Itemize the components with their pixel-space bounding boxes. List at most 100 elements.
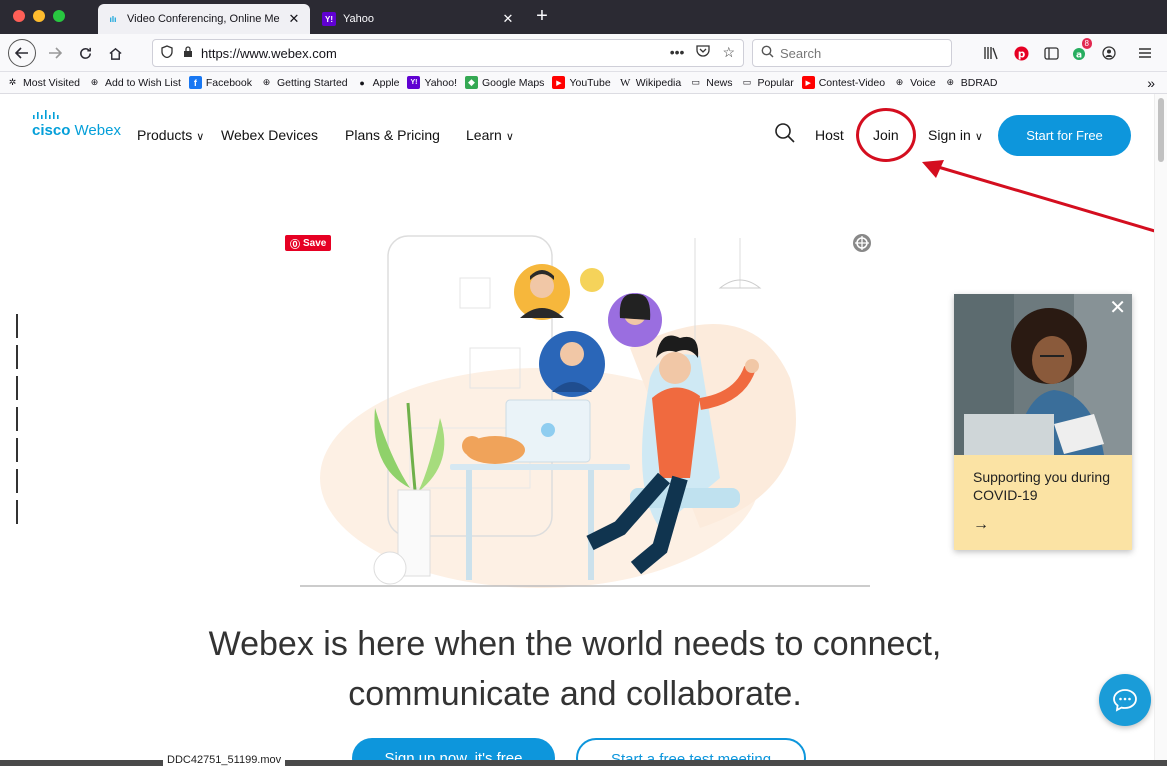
tab-yahoo[interactable]: Y! Yahoo ✕ [314,4,524,34]
bookmark-wikipedia[interactable]: W Wikipedia [619,76,682,89]
tab-webex[interactable]: ılı Video Conferencing, Online Me ✕ [98,4,310,34]
nav-webex-devices[interactable]: Webex Devices [221,127,318,143]
dock-file-label: DDC42751_51199.mov [163,754,286,766]
home-button[interactable] [102,40,128,66]
minimize-window-button[interactable] [33,10,45,22]
bookmark-voice[interactable]: ⊕ Voice [893,76,936,89]
globe-icon: ⊕ [895,77,904,87]
forward-button[interactable] [42,40,68,66]
home-icon [108,47,122,60]
chevron-right-icon[interactable]: » [1147,75,1155,91]
bookmark-most-visited[interactable]: ✲ Most Visited [6,76,80,89]
cisco-webex-logo[interactable]: cisco Webex [32,110,121,139]
nav-pricing-label: Plans & Pricing [345,127,440,143]
close-window-button[interactable] [13,10,25,22]
scroll-thumb[interactable] [1158,98,1164,162]
pinterest-icon[interactable]: p [1010,42,1032,64]
library-icon[interactable] [980,42,1002,64]
extension-icon[interactable]: a 8 [1068,38,1092,64]
address-bar[interactable]: https://www.webex.com ••• ☆ [152,39,744,67]
bookmark-label: Yahoo! [424,76,457,89]
bookmark-label: YouTube [569,76,611,89]
bookmark-bdrad[interactable]: ⊕ BDRAD [944,76,998,89]
covid-card-text: Supporting you during COVID-19 [973,469,1110,503]
globe-icon: ⊕ [946,77,955,87]
new-tab-button[interactable]: + [530,5,554,29]
nav-learn[interactable]: Learn ∨ [466,127,514,143]
search-input[interactable]: Search [752,39,952,67]
close-icon[interactable]: ✕ [286,11,302,27]
search-icon[interactable] [774,122,798,146]
headline-line-1: Webex is here when the world needs to co… [208,625,942,663]
vertical-scrollbar[interactable] [1154,94,1167,766]
lock-icon[interactable] [183,45,193,61]
folder-icon: ▭ [742,77,752,87]
youtube-icon: ▶ [801,76,815,89]
wikipedia-icon: W [620,76,631,89]
close-icon[interactable]: ✕ [500,11,516,27]
start-free-label: Start for Free [1026,128,1103,143]
reload-icon [79,47,91,59]
bookmark-label: Popular [757,76,794,89]
back-button[interactable] [8,39,36,67]
menu-icon[interactable] [1134,42,1156,64]
nav-products[interactable]: Products ∨ [137,127,204,143]
bookmark-popular[interactable]: ▭ Popular [741,76,794,89]
headline-line-2: communicate and collaborate. [348,675,802,713]
covid-promo-card[interactable]: ✕ Supporting you during COVID-19 → [954,294,1132,550]
nav-learn-label: Learn [466,127,502,143]
chevron-down-icon: ∨ [505,131,514,143]
folder-icon: ▭ [691,77,700,87]
bookmark-news[interactable]: ▭ News [689,76,732,89]
logo-webex-text: Webex [74,122,121,139]
tab-title: Yahoo [343,13,374,25]
page-scroll-indicator [14,314,20,544]
bookmark-wish-list[interactable]: ⊕ Add to Wish List [88,76,181,89]
bookmark-google-maps[interactable]: ◆ Google Maps [464,76,545,89]
bookmarks-toolbar: ✲ Most Visited ⊕ Add to Wish List f Face… [0,72,1167,94]
bookmark-label: Voice [910,76,936,89]
bookmark-label: Apple [372,76,400,89]
account-icon[interactable] [1098,42,1120,64]
maximize-window-button[interactable] [53,10,65,22]
shield-icon[interactable] [161,45,173,61]
arrow-right-icon [49,47,62,59]
chat-button[interactable] [1099,674,1151,726]
hero-headline: Webex is here when the world needs to co… [140,619,1010,719]
bookmark-label: Google Maps [481,76,545,89]
arrow-right-icon[interactable]: → [973,516,989,534]
apple-icon: ● [359,77,365,88]
bookmark-label: News [706,76,733,89]
reload-button[interactable] [72,40,98,66]
star-icon[interactable]: ☆ [722,44,735,61]
bookmark-label: Wikipedia [635,76,682,89]
bookmark-label: Most Visited [23,76,80,89]
nav-host[interactable]: Host [815,127,844,143]
reader-view-icon[interactable] [1040,42,1062,64]
woman-laptop-photo [954,294,1132,455]
bookmark-label: Getting Started [277,76,348,89]
close-icon[interactable]: ✕ [1109,298,1126,318]
nav-devices-label: Webex Devices [221,127,319,143]
page-actions-icon[interactable]: ••• [670,44,685,61]
search-icon [761,45,774,61]
nav-sign-in[interactable]: Sign in ∨ [928,127,983,143]
bookmark-youtube[interactable]: ▶ YouTube [552,76,611,89]
bookmark-apple[interactable]: ● Apple [356,76,400,89]
page-viewport: cisco Webex Products ∨ Webex Devices Plan… [0,94,1167,766]
bookmark-getting-started[interactable]: ⊕ Getting Started [260,76,348,89]
nav-plans-pricing[interactable]: Plans & Pricing [345,127,440,143]
nav-signin-label: Sign in [928,127,971,143]
bookmark-label: BDRAD [960,76,998,89]
nav-products-label: Products [137,127,193,143]
chevron-down-icon: ∨ [196,131,205,143]
globe-icon: ⊕ [262,77,271,87]
bookmark-facebook[interactable]: f Facebook [188,76,252,89]
extension-badge: 8 [1081,38,1092,49]
pocket-icon[interactable] [696,44,711,61]
bookmark-label: Facebook [205,76,252,89]
bookmark-contest-video[interactable]: ▶ Contest-Video [801,76,885,89]
arrow-left-icon [15,47,28,59]
nav-host-label: Host [815,127,844,143]
bookmark-yahoo[interactable]: Y! Yahoo! [407,76,457,89]
